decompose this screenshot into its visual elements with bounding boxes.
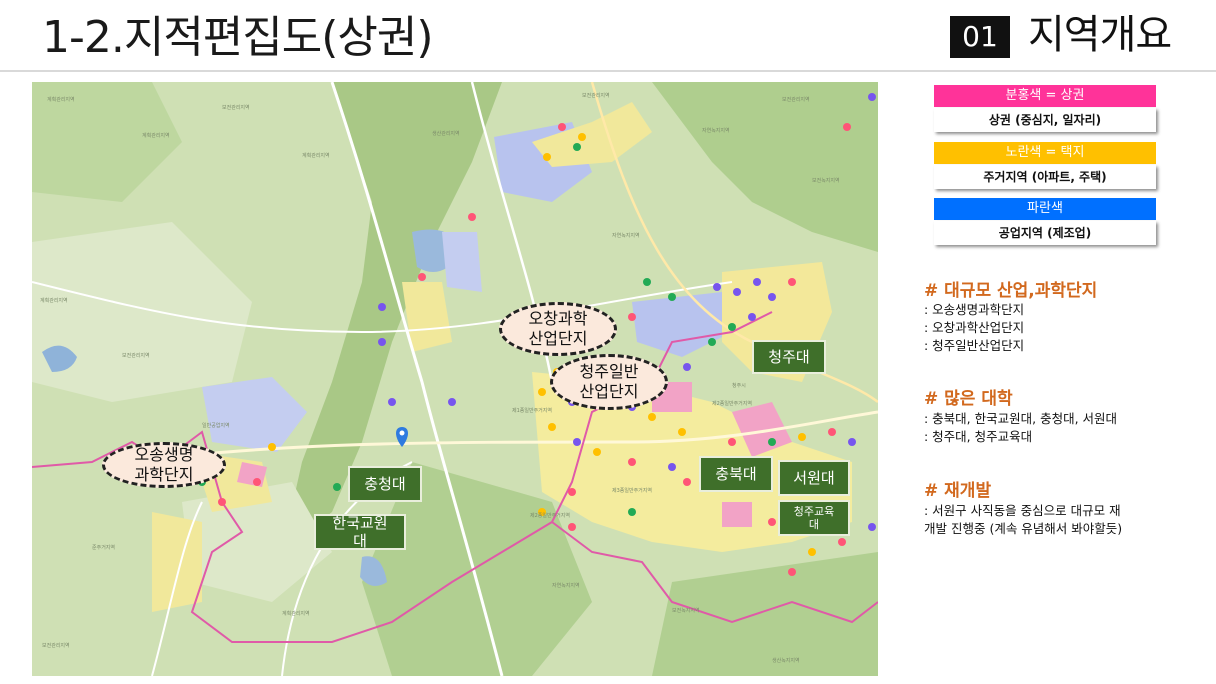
- callout-osong-bio: 오송생명 과학단지: [102, 442, 226, 488]
- callout-ochang-industrial: 오창과학 산업단지: [499, 302, 617, 356]
- legend-industrial-head: 파란색: [934, 198, 1156, 220]
- note-redevelopment-title: # 재개발: [924, 481, 992, 501]
- note-redevelopment-line: : 서원구 사직동을 중심으로 대규모 재: [924, 503, 1121, 518]
- cadastral-map[interactable]: 계획관리지역 계획관리지역 보전관리지역 생산관리지역 계획관리지역 보전관리지…: [32, 82, 878, 676]
- map-area-label: 계획관리지역: [302, 153, 330, 159]
- map-graphic: [32, 82, 878, 676]
- note-redevelopment-line: 개발 진행중 (계속 유념해서 봐야할듯): [924, 521, 1123, 536]
- university-seowon: 서원대: [778, 460, 850, 496]
- legend-industrial-body: 공업지역 (제조업): [934, 221, 1156, 245]
- map-area-label: 계획관리지역: [40, 298, 68, 304]
- note-university-line: : 충북대, 한국교원대, 충청대, 서원대: [924, 411, 1118, 426]
- map-area-label: 보전관리지역: [122, 353, 150, 359]
- map-area-label: 청주시: [732, 383, 746, 389]
- note-industrial-line: : 오창과학산업단지: [924, 320, 1025, 335]
- map-area-label: 준주거지역: [92, 545, 116, 551]
- map-area-label: 계획관리지역: [142, 133, 170, 139]
- legend-commercial-body: 상권 (중심지, 일자리): [934, 108, 1156, 132]
- map-area-label: 보전관리지역: [782, 97, 810, 103]
- university-cheongju: 청주대: [752, 340, 826, 374]
- map-area-label: 보전녹지지역: [812, 178, 840, 184]
- map-area-label: 제1종일반주거지역: [512, 408, 552, 414]
- note-industrial-title: # 대규모 산업,과학단지: [924, 281, 1098, 301]
- callout-cheongju-industrial: 청주일반 산업단지: [550, 354, 668, 410]
- note-industrial-line: : 청주일반산업단지: [924, 338, 1025, 353]
- note-university-title: # 많은 대학: [924, 389, 1013, 409]
- map-area-label: 보전관리지역: [582, 93, 610, 99]
- map-area-label: 제3종일반주거지역: [612, 488, 652, 494]
- university-chungcheong: 충청대: [348, 466, 422, 502]
- map-area-label: 보전관리지역: [42, 643, 70, 649]
- map-area-label: 제2종일반주거지역: [712, 401, 752, 407]
- legend-commercial-head: 분홍색 = 상권: [934, 85, 1156, 107]
- map-area-label: 계획관리지역: [282, 611, 310, 617]
- map-area-label: 제2종일반주거지역: [530, 513, 570, 519]
- page-title: 1-2.지적편집도(상권): [42, 12, 434, 63]
- map-area-label: 보전관리지역: [222, 105, 250, 111]
- map-area-label: 보전녹지지역: [672, 608, 700, 614]
- university-cheongju-education: 청주교육 대: [778, 500, 850, 536]
- map-area-label: 생산관리지역: [432, 131, 460, 137]
- section-number-badge: 01: [950, 16, 1010, 58]
- map-area-label: 일반공업지역: [202, 423, 230, 429]
- note-industrial-line: : 오송생명과학단지: [924, 302, 1025, 317]
- header-divider: [0, 70, 1216, 72]
- map-area-label: 생산녹지지역: [772, 658, 800, 664]
- university-knue: 한국교원 대: [314, 514, 406, 550]
- map-area-label: 자연녹지지역: [612, 233, 640, 239]
- map-area-label: 자연녹지지역: [702, 128, 730, 134]
- legend-residential-body: 주거지역 (아파트, 주택): [934, 165, 1156, 189]
- section-title: 지역개요: [1028, 12, 1172, 58]
- legend-residential-head: 노란색 = 택지: [934, 142, 1156, 164]
- map-area-label: 계획관리지역: [47, 97, 75, 103]
- university-chungbuk: 충북대: [699, 456, 773, 492]
- map-area-label: 자연녹지지역: [552, 583, 580, 589]
- note-university-line: : 청주대, 청주교육대: [924, 429, 1033, 444]
